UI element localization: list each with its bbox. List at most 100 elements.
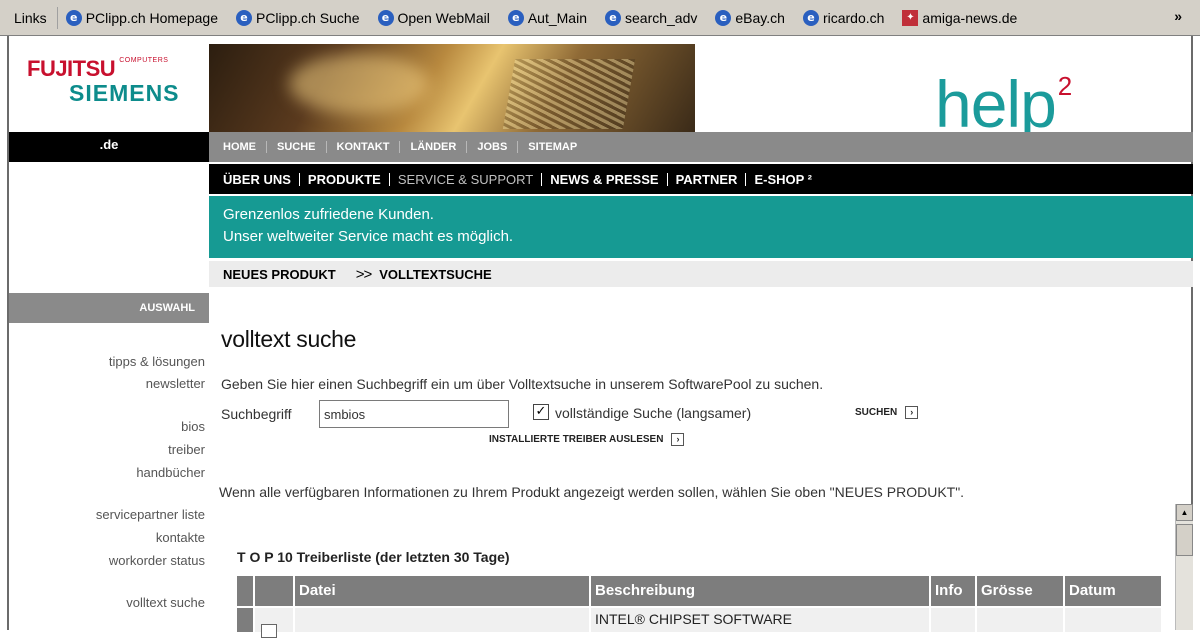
logo-siemens: SIEMENS — [69, 80, 180, 106]
cell-info[interactable] — [931, 608, 977, 632]
info-note: Wenn alle verfügbaren Informationen zu I… — [219, 484, 965, 500]
nav-laender[interactable]: LÄNDER — [400, 141, 468, 153]
sidebar-item-tipps[interactable]: tipps & lösungen — [9, 354, 205, 369]
top-nav: HOME SUCHE KONTAKT LÄNDER JOBS SITEMAP — [209, 132, 1193, 162]
sidebar-item-treiber[interactable]: treiber — [9, 442, 205, 457]
ie-page-icon: e — [235, 9, 252, 26]
link-pclipp-homepage[interactable]: e PClipp.ch Homepage — [58, 6, 228, 30]
search-label: Suchbegriff — [221, 406, 292, 422]
sidebar-item-newsletter[interactable]: newsletter — [9, 376, 205, 391]
row-marker — [237, 608, 255, 632]
header-spacer — [255, 576, 295, 606]
link-label: Aut_Main — [527, 9, 587, 26]
table-row[interactable]: INTEL® CHIPSET SOFTWARE — [237, 608, 1161, 632]
full-search-label: vollständige Suche (langsamer) — [555, 405, 752, 421]
links-toolbar: Links e PClipp.ch Homepage e PClipp.ch Suc… — [0, 0, 1200, 36]
link-label: eBay.ch — [735, 9, 785, 26]
header-datum[interactable]: Datum — [1065, 576, 1161, 606]
link-amiga-news[interactable]: ✦ amiga-news.de — [894, 6, 1027, 30]
vertical-scrollbar[interactable]: ▲ — [1175, 504, 1193, 630]
sidebar-item-handbuecher[interactable]: handbücher — [9, 465, 205, 480]
breadcrumb-separator: >> — [355, 265, 373, 283]
table-header: Datei Beschreibung Info Grösse Datum — [237, 576, 1161, 606]
link-label: ricardo.ch — [822, 9, 885, 26]
full-search-checkbox[interactable]: ✓ — [533, 404, 549, 420]
logo-computers: COMPUTERS — [119, 57, 169, 64]
read-drivers-label: INSTALLIERTE TREIBER AUSLESEN — [489, 434, 664, 445]
main-nav: ÜBER UNS PRODUKTE SERVICE & SUPPORT NEWS… — [209, 164, 1193, 194]
scroll-thumb[interactable] — [1176, 524, 1193, 556]
amiga-icon: ✦ — [902, 9, 919, 26]
read-drivers-button[interactable]: INSTALLIERTE TREIBER AUSLESEN › — [489, 433, 685, 446]
ie-page-icon: e — [605, 9, 621, 26]
sidebar-item-kontakte[interactable]: kontakte — [9, 530, 205, 545]
cell-datei[interactable] — [295, 608, 591, 632]
nav-produkte[interactable]: PRODUKTE — [300, 172, 390, 186]
link-aut-main[interactable]: e Aut_Main — [500, 6, 597, 30]
header-datei[interactable]: Datei — [295, 576, 591, 606]
sidebar-header: AUSWAHL — [9, 293, 209, 323]
link-ricardo[interactable]: e ricardo.ch — [795, 6, 894, 30]
link-label: Open WebMail — [397, 9, 490, 26]
nav-kontakt[interactable]: KONTAKT — [327, 141, 401, 153]
row-checkbox[interactable] — [261, 624, 277, 638]
header-marker — [237, 576, 255, 606]
slogan-banner: Grenzenlos zufriedene Kunden. Unser welt… — [209, 196, 1193, 258]
link-label: search_adv — [625, 9, 698, 26]
header-photo — [209, 44, 695, 132]
search-button-label: SUCHEN — [855, 407, 898, 418]
help-superscript: 2 — [1057, 71, 1073, 101]
nav-jobs[interactable]: JOBS — [467, 141, 519, 153]
ie-page-icon: e — [65, 9, 82, 26]
intro-text: Geben Sie hier einen Suchbegriff ein um … — [221, 376, 824, 392]
header-beschreibung[interactable]: Beschreibung — [591, 576, 931, 606]
cell-beschreibung: INTEL® CHIPSET SOFTWARE — [591, 608, 931, 632]
breadcrumb-neues-produkt[interactable]: NEUES PRODUKT — [223, 267, 336, 282]
breadcrumb: NEUES PRODUKT >> VOLLTEXTSUCHE — [209, 261, 1193, 287]
ie-page-icon: e — [715, 9, 732, 26]
cell-datum — [1065, 608, 1161, 632]
nav-service-support[interactable]: SERVICE & SUPPORT — [390, 172, 543, 186]
link-label: PClipp.ch Suche — [255, 9, 360, 26]
search-button[interactable]: SUCHEN › — [855, 406, 919, 419]
links-label: Links — [0, 6, 58, 29]
top10-title: T O P 10 Treiberliste (der letzten 30 Ta… — [237, 549, 510, 565]
link-label: amiga-news.de — [922, 9, 1018, 26]
logo-fujitsu: FUJITSU — [27, 56, 116, 81]
page-content: FUJITSU COMPUTERS SIEMENS help2 .de HOME … — [7, 36, 1193, 638]
nav-partner[interactable]: PARTNER — [668, 172, 747, 186]
breadcrumb-current: VOLLTEXTSUCHE — [379, 266, 492, 282]
region-label: .de — [9, 132, 209, 162]
nav-ueber-uns[interactable]: ÜBER UNS — [223, 172, 300, 186]
more-links-chevron-icon[interactable]: » — [1174, 8, 1182, 24]
header-groesse[interactable]: Grösse — [977, 576, 1065, 606]
link-label: PClipp.ch Homepage — [85, 9, 218, 26]
cell-groesse — [977, 608, 1065, 632]
sidebar-item-volltext[interactable]: volltext suche — [9, 595, 205, 610]
ie-page-icon: e — [802, 9, 819, 26]
scroll-up-icon[interactable]: ▲ — [1176, 504, 1193, 521]
arrow-right-icon: › — [905, 406, 919, 419]
sidebar-item-bios[interactable]: bios — [9, 419, 205, 434]
slogan-line-2: Unser weltweiter Service macht es möglic… — [223, 228, 514, 245]
ie-page-icon: e — [507, 9, 524, 26]
nav-sitemap[interactable]: SITEMAP — [518, 141, 587, 153]
link-open-webmail[interactable]: e Open WebMail — [370, 6, 500, 30]
link-pclipp-suche[interactable]: e PClipp.ch Suche — [228, 6, 370, 30]
link-ebay[interactable]: e eBay.ch — [707, 6, 795, 30]
help2-logo: help2 — [935, 66, 1073, 142]
nav-home[interactable]: HOME — [223, 141, 267, 153]
header-info[interactable]: Info — [931, 576, 977, 606]
nav-news-presse[interactable]: NEWS & PRESSE — [542, 172, 668, 186]
slogan-line-1: Grenzenlos zufriedene Kunden. — [223, 206, 434, 223]
nav-eshop[interactable]: E-SHOP ² — [746, 173, 820, 186]
help-text: help — [935, 67, 1057, 141]
arrow-right-icon: › — [671, 433, 685, 446]
nav-suche[interactable]: SUCHE — [267, 141, 327, 153]
page-title: volltext suche — [221, 326, 357, 352]
link-search-adv[interactable]: e search_adv — [597, 6, 707, 30]
search-input[interactable] — [319, 400, 509, 428]
sidebar-item-servicepartner[interactable]: servicepartner liste — [9, 507, 205, 522]
ie-page-icon: e — [377, 9, 394, 26]
sidebar-item-workorder[interactable]: workorder status — [9, 553, 205, 568]
